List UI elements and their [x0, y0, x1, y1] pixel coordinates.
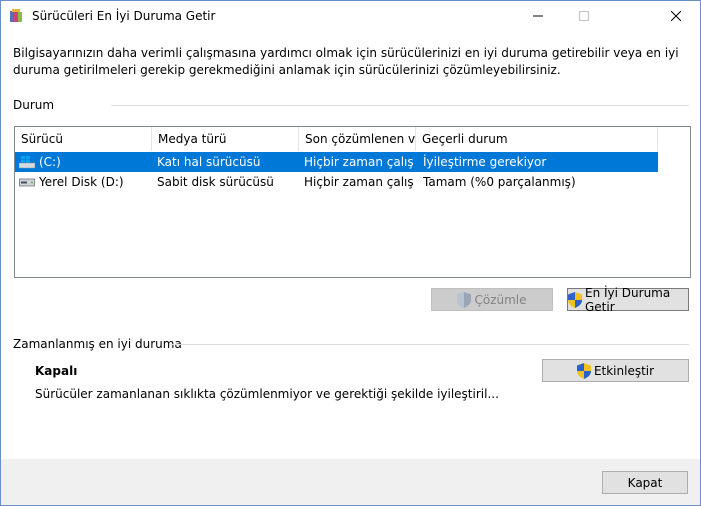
- close-button[interactable]: Kapat: [602, 471, 688, 494]
- window-title: Sürücüleri En İyi Duruma Getir: [32, 9, 216, 23]
- windows-drive-icon: [18, 155, 36, 169]
- media-type: Sabit disk sürücüsü: [157, 175, 274, 189]
- enable-button-label: Etkinleştir: [593, 363, 655, 378]
- status-group-divider: [111, 105, 689, 106]
- last-analyzed: Hiçbir zaman çalış...: [304, 175, 414, 189]
- current-status: Tamam (%0 parçalanmış): [423, 175, 576, 189]
- last-analyzed: Hiçbir zaman çalış...: [304, 155, 414, 169]
- column-header-media[interactable]: Medya türü: [152, 127, 299, 151]
- uac-shield-icon: [576, 362, 591, 379]
- optimize-button[interactable]: En İyi Duruma Getir: [567, 285, 689, 314]
- uac-shield-icon: [457, 291, 472, 308]
- schedule-detail: Sürücüler zamanlanan sıklıkta çözümlenmi…: [35, 387, 499, 401]
- uac-shield-icon: [568, 291, 582, 308]
- column-header-drive[interactable]: Sürücü: [15, 127, 152, 151]
- hard-drive-icon: [19, 176, 35, 188]
- drive-name: Yerel Disk (D:): [39, 175, 124, 189]
- scheduled-group-label: Zamanlanmış en iyi duruma: [13, 337, 182, 351]
- defrag-window: Sürücüleri En İyi Duruma Getir Bilgisaya…: [0, 0, 701, 506]
- optimize-button-label: En İyi Duruma Getir: [585, 285, 671, 314]
- scheduled-group-divider: [169, 344, 689, 345]
- drive-name: (C:): [39, 155, 61, 169]
- drive-row-d[interactable]: Yerel Disk (D:) Sabit disk sürücüsü Hiçb…: [15, 172, 658, 192]
- close-icon[interactable]: [653, 1, 699, 31]
- description-text: Bilgisayarınızın daha verimli çalışmasın…: [13, 46, 679, 77]
- drive-list-header: Sürücü Medya türü Son çözümlenen v... Ge…: [15, 127, 690, 151]
- footer-bar: Kapat: [1, 459, 700, 505]
- enable-schedule-button[interactable]: Etkinleştir: [542, 359, 689, 382]
- current-status: İyileştirme gerekiyor: [423, 155, 547, 169]
- analyze-button-label: Çözümle: [474, 292, 527, 307]
- column-header-current-status[interactable]: Geçerli durum: [416, 127, 658, 151]
- schedule-status: Kapalı: [35, 364, 78, 378]
- close-button-label: Kapat: [627, 475, 663, 490]
- status-group-label: Durum: [13, 98, 55, 112]
- maximize-icon[interactable]: [561, 1, 607, 31]
- drive-row-c[interactable]: (C:) Katı hal sürücüsü Hiçbir zaman çalı…: [15, 152, 658, 172]
- title-bar[interactable]: Sürücüleri En İyi Duruma Getir: [1, 1, 700, 31]
- minimize-icon[interactable]: [515, 1, 561, 31]
- drive-list[interactable]: Sürücü Medya türü Son çözümlenen v... Ge…: [14, 126, 691, 278]
- analyze-button[interactable]: Çözümle: [431, 288, 553, 311]
- defrag-app-icon: [10, 9, 24, 23]
- media-type: Katı hal sürücüsü: [157, 155, 261, 169]
- column-header-last-analyzed[interactable]: Son çözümlenen v...: [299, 127, 416, 151]
